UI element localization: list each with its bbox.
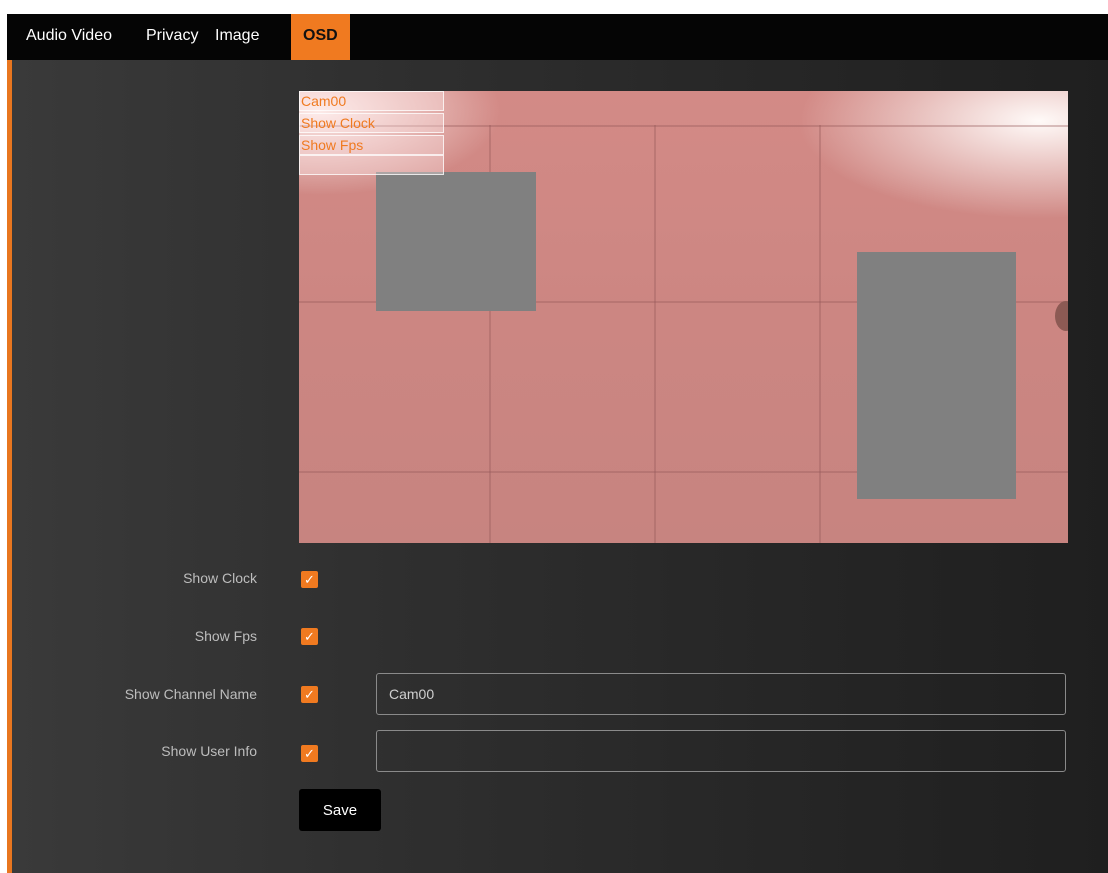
tile-grout (819, 125, 821, 543)
tab-audio-video[interactable]: Audio Video (26, 14, 112, 60)
wall-fixture (1055, 301, 1068, 331)
tab-osd[interactable]: OSD (291, 14, 350, 60)
save-button[interactable]: Save (299, 789, 381, 831)
osd-settings-page: Audio Video Privacy Image OSD Cam00 Show… (7, 14, 1108, 873)
osd-fps-overlay[interactable]: Show Fps (299, 135, 444, 155)
osd-user-info-overlay[interactable] (299, 155, 444, 175)
show-channel-name-label: Show Channel Name (124, 686, 257, 702)
privacy-mask-1[interactable] (376, 172, 536, 311)
show-user-info-checkbox[interactable]: ✓ (301, 745, 318, 762)
tab-privacy[interactable]: Privacy (146, 14, 198, 60)
show-fps-label: Show Fps (194, 628, 257, 644)
check-icon: ✓ (304, 746, 315, 761)
user-info-input[interactable] (376, 730, 1066, 772)
top-navigation: Audio Video Privacy Image OSD (7, 14, 1108, 60)
channel-name-input[interactable] (376, 673, 1066, 715)
camera-preview: Cam00 Show Clock Show Fps (299, 91, 1068, 543)
show-clock-label: Show Clock (183, 570, 257, 586)
check-icon: ✓ (304, 572, 315, 587)
show-clock-checkbox[interactable]: ✓ (301, 571, 318, 588)
check-icon: ✓ (304, 629, 315, 644)
show-user-info-label: Show User Info (161, 743, 257, 759)
tile-grout (654, 125, 656, 543)
show-fps-checkbox[interactable]: ✓ (301, 628, 318, 645)
osd-channel-name-overlay[interactable]: Cam00 (299, 91, 444, 111)
osd-clock-overlay[interactable]: Show Clock (299, 113, 444, 133)
show-channel-name-checkbox[interactable]: ✓ (301, 686, 318, 703)
tab-image[interactable]: Image (215, 14, 259, 60)
check-icon: ✓ (304, 687, 315, 702)
privacy-mask-2[interactable] (857, 252, 1016, 499)
